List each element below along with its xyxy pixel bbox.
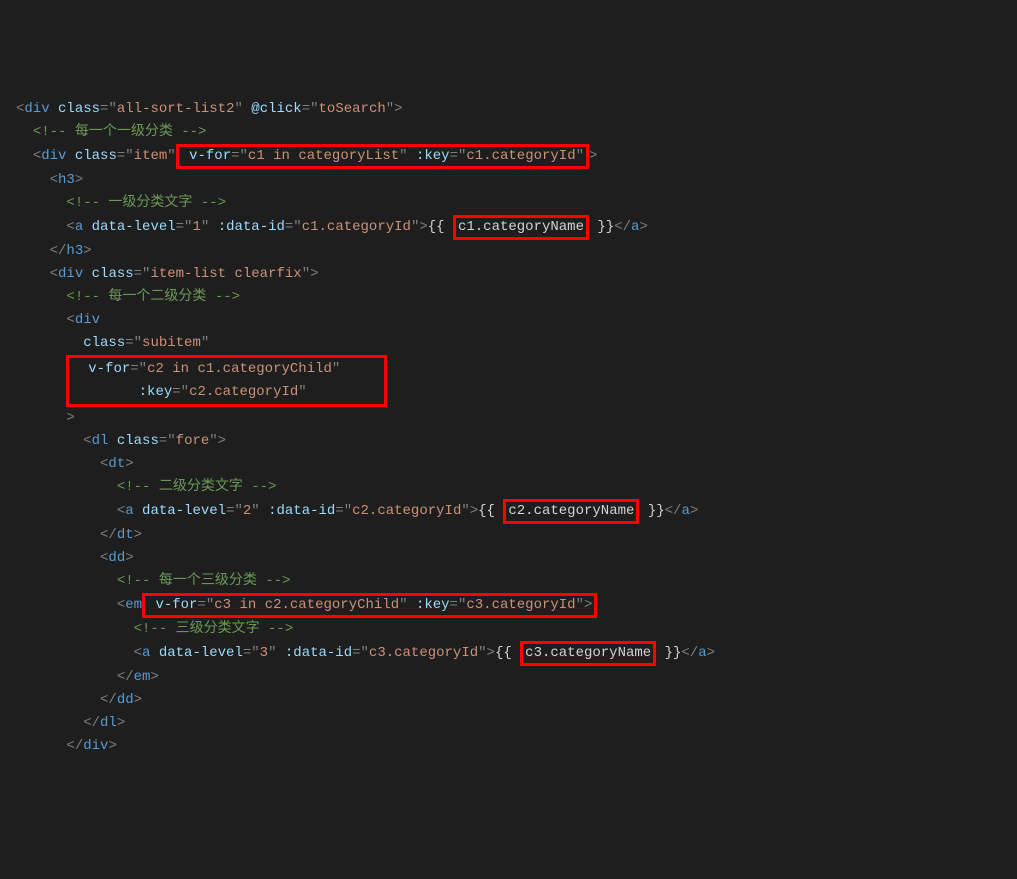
code-line: <dl class="fore">: [83, 433, 226, 449]
code-line: </dt>: [100, 527, 142, 543]
code-line: <!-- 一级分类文字 -->: [66, 195, 226, 211]
highlight-box: c2.categoryName: [503, 499, 639, 524]
highlight-box: v-for="c1 in categoryList" :key="c1.cate…: [176, 144, 589, 169]
code-line: <div class="all-sort-list2" @click="toSe…: [16, 101, 403, 117]
code-line: <div class="item" v-for="c1 in categoryL…: [33, 148, 598, 164]
highlight-box: v-for="c3 in c2.categoryChild" :key="c3.…: [142, 593, 597, 618]
code-line: <!-- 每一个一级分类 -->: [33, 124, 207, 140]
code-line: <div class="item-list clearfix">: [50, 266, 319, 282]
code-line: <!-- 每一个三级分类 -->: [117, 573, 291, 589]
code-block: <div class="all-sort-list2" @click="toSe…: [0, 92, 1017, 764]
code-line: <a data-level="1" :data-id="c1.categoryI…: [66, 219, 647, 235]
code-line: </h3>: [50, 243, 92, 259]
code-line: <!-- 每一个二级分类 -->: [66, 289, 240, 305]
code-line: <!-- 三级分类文字 -->: [134, 621, 294, 637]
code-line: <a data-level="3" :data-id="c3.categoryI…: [134, 645, 715, 661]
code-line: <div: [66, 312, 100, 328]
code-line: </div>: [66, 738, 116, 754]
code-line: </dl>: [83, 715, 125, 731]
code-line: <dd>: [100, 550, 134, 566]
highlight-box: c3.categoryName: [520, 641, 656, 666]
code-line: </dd>: [100, 692, 142, 708]
highlight-box: c1.categoryName: [453, 215, 589, 240]
code-line: <dt>: [100, 456, 134, 472]
code-line: class="subitem": [83, 335, 209, 351]
code-line: >: [66, 410, 74, 426]
code-line: <em v-for="c3 in c2.categoryChild" :key=…: [117, 597, 598, 613]
code-line: <h3>: [50, 172, 84, 188]
code-line: <!-- 二级分类文字 -->: [117, 479, 277, 495]
highlight-box: v-for="c2 in c1.categoryChild" :key="c2.…: [66, 355, 387, 407]
code-line: <a data-level="2" :data-id="c2.categoryI…: [117, 503, 698, 519]
code-line: </em>: [117, 669, 159, 685]
